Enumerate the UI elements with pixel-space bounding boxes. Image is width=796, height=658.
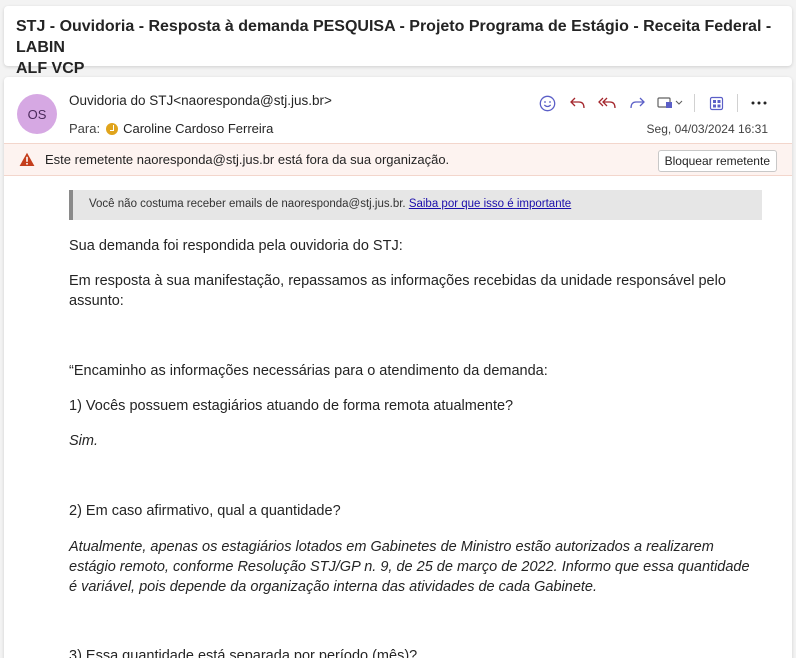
- subject-line-2: ALF VCP: [16, 60, 85, 77]
- warning-text: Este remetente naoresponda@stj.jus.br es…: [45, 152, 450, 167]
- subject-line-1: STJ - Ouvidoria - Resposta à demanda PES…: [16, 18, 772, 56]
- sender[interactable]: Ouvidoria do STJ<naoresponda@stj.jus.br>: [69, 93, 332, 108]
- immersive-reader-icon[interactable]: [701, 91, 731, 115]
- toolbar-divider: [694, 94, 695, 112]
- body-question-2: 2) Em caso afirmativo, qual a quantidade…: [69, 503, 341, 519]
- body-answer-1: Sim.: [69, 433, 98, 449]
- body-question-3: 3) Essa quantidade está separada por per…: [69, 648, 418, 658]
- recipient-line: Para: Caroline Cardoso Ferreira: [69, 121, 273, 136]
- message-toolbar: [532, 91, 774, 115]
- received-date: Seg, 04/03/2024 16:31: [646, 122, 768, 136]
- external-sender-warning: Este remetente naoresponda@stj.jus.br es…: [4, 143, 792, 176]
- presence-away-icon: [106, 122, 119, 135]
- body-paragraph-response: Em resposta à sua manifestação, repassam…: [69, 273, 726, 309]
- avatar[interactable]: OS: [17, 94, 57, 134]
- warning-icon: [19, 152, 35, 166]
- toolbar-divider: [737, 94, 738, 112]
- recipient-name[interactable]: Caroline Cardoso Ferreira: [123, 121, 273, 136]
- body-paragraph-intro: Sua demanda foi respondida pela ouvidori…: [69, 238, 403, 254]
- emoji-icon[interactable]: [532, 91, 562, 115]
- reply-icon[interactable]: [562, 91, 592, 115]
- reply-all-icon[interactable]: [592, 91, 622, 115]
- more-icon[interactable]: [744, 91, 774, 115]
- body-question-1: 1) Vocês possuem estagiários atuando de …: [69, 398, 514, 414]
- apps-icon[interactable]: [652, 91, 688, 115]
- message-card: OS Ouvidoria do STJ<naoresponda@stj.jus.…: [4, 77, 792, 658]
- body-paragraph-quote-start: “Encaminho as informações necessárias pa…: [69, 363, 548, 379]
- learn-why-link[interactable]: Saiba por que isso é importante: [409, 198, 571, 210]
- to-label: Para:: [69, 121, 101, 136]
- block-sender-button[interactable]: Bloquear remetente: [657, 150, 777, 172]
- forward-icon[interactable]: [622, 91, 652, 115]
- body-answer-2: Atualmente, apenas os estagiários lotado…: [69, 539, 750, 595]
- notice-text: Você não costuma receber emails de naore…: [89, 198, 406, 210]
- first-contact-notice: Você não costuma receber emails de naore…: [69, 190, 762, 220]
- email-subject: STJ - Ouvidoria - Resposta à demanda PES…: [4, 6, 792, 77]
